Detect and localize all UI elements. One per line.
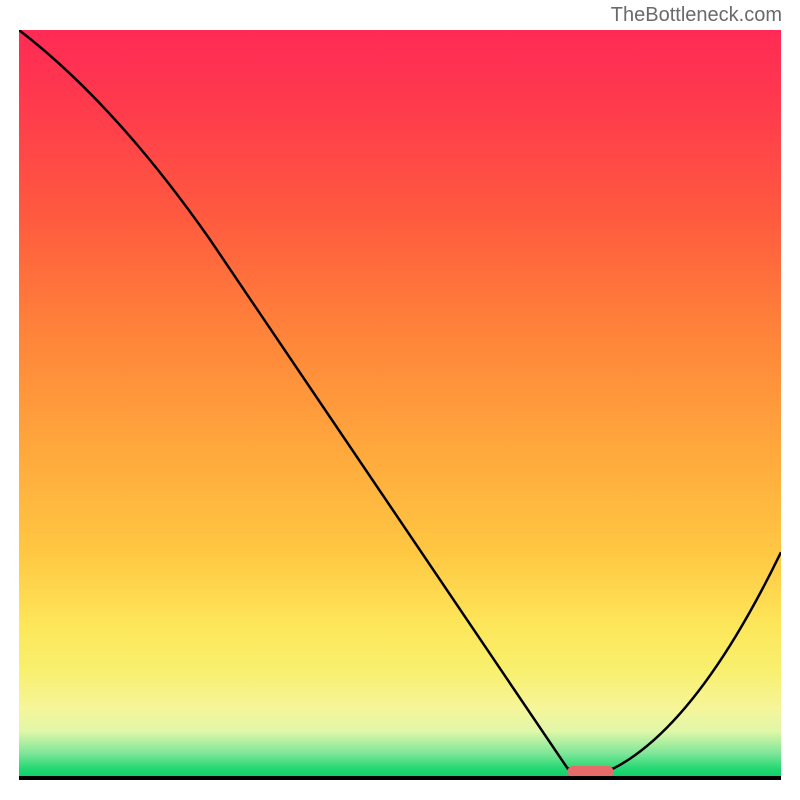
attribution-text: TheBottleneck.com bbox=[611, 4, 782, 27]
optimal-range-marker bbox=[568, 766, 614, 776]
chart-gradient-area bbox=[19, 30, 781, 780]
curve-path bbox=[19, 30, 781, 769]
bottleneck-curve bbox=[19, 30, 781, 776]
